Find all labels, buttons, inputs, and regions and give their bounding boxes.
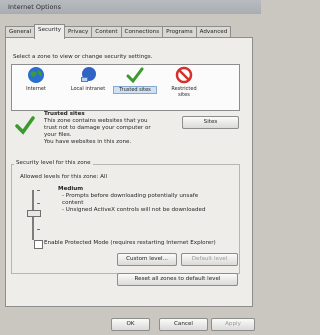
apply-button[interactable]: Apply bbox=[211, 318, 255, 331]
slider-tick bbox=[37, 190, 40, 191]
zone-info-status: You have websites in this zone. bbox=[44, 139, 132, 145]
zone-info-desc-2: trust not to damage your computer or bbox=[44, 125, 151, 131]
zone-label-trusted-sites: Trusted sites bbox=[113, 86, 157, 94]
custom-level-button[interactable]: Custom level... bbox=[117, 253, 177, 266]
zone-label-restricted-line2: sites bbox=[178, 92, 190, 98]
level-bullet-2: content bbox=[62, 200, 84, 206]
zone-list: Internet Local intranet Trusted sites Re… bbox=[11, 64, 240, 111]
ok-button[interactable]: OK bbox=[111, 318, 150, 331]
slider-tick bbox=[37, 229, 40, 230]
slider-tick bbox=[37, 203, 40, 204]
level-bullet-1: - Prompts before downloading potentially… bbox=[62, 193, 199, 199]
protected-mode-checkbox[interactable] bbox=[34, 240, 43, 249]
title-bar[interactable]: Internet Options bbox=[0, 0, 261, 14]
network-icon bbox=[81, 67, 96, 82]
zone-label-restricted-sites: Restricted sites bbox=[162, 86, 206, 98]
zone-local-intranet[interactable]: Local intranet bbox=[66, 66, 110, 92]
level-bullet-3: - Unsigned ActiveX controls will not be … bbox=[62, 207, 206, 213]
zone-info-desc-3: your files. bbox=[44, 132, 72, 138]
zone-trusted-sites[interactable]: Trusted sites bbox=[113, 66, 157, 94]
zone-info-desc-1: This zone contains websites that you bbox=[44, 118, 148, 124]
reset-all-zones-button[interactable]: Reset all zones to default level bbox=[117, 273, 238, 286]
security-level-group-title: Security level for this zone bbox=[14, 160, 93, 166]
default-level-button[interactable]: Default level bbox=[181, 253, 238, 266]
zone-info-title: Trusted sites bbox=[44, 111, 85, 117]
allowed-levels-text: Allowed levels for this zone: All bbox=[20, 174, 108, 180]
cancel-button[interactable]: Cancel bbox=[159, 318, 208, 331]
globe-icon bbox=[28, 67, 44, 83]
trusted-sites-large-icon bbox=[15, 116, 35, 135]
zone-internet[interactable]: Internet bbox=[14, 66, 58, 92]
select-zone-instruction: Select a zone to view or change security… bbox=[13, 54, 153, 60]
restricted-icon bbox=[175, 66, 193, 84]
security-level-slider-thumb[interactable] bbox=[27, 210, 41, 217]
zone-label-internet: Internet bbox=[26, 86, 46, 92]
zone-restricted-sites[interactable]: Restricted sites bbox=[162, 66, 206, 98]
tab-security[interactable]: Security bbox=[34, 24, 66, 39]
zone-label-local-intranet: Local intranet bbox=[70, 86, 106, 92]
sites-button[interactable]: Sites bbox=[182, 116, 239, 129]
checkmark-icon bbox=[126, 67, 144, 84]
protected-mode-label[interactable]: Enable Protected Mode (requires restarti… bbox=[44, 240, 216, 247]
window-title: Internet Options bbox=[8, 3, 61, 11]
security-level-name: Medium bbox=[58, 186, 84, 192]
tab-strip: General Security Privacy Content Connect… bbox=[5, 24, 232, 39]
